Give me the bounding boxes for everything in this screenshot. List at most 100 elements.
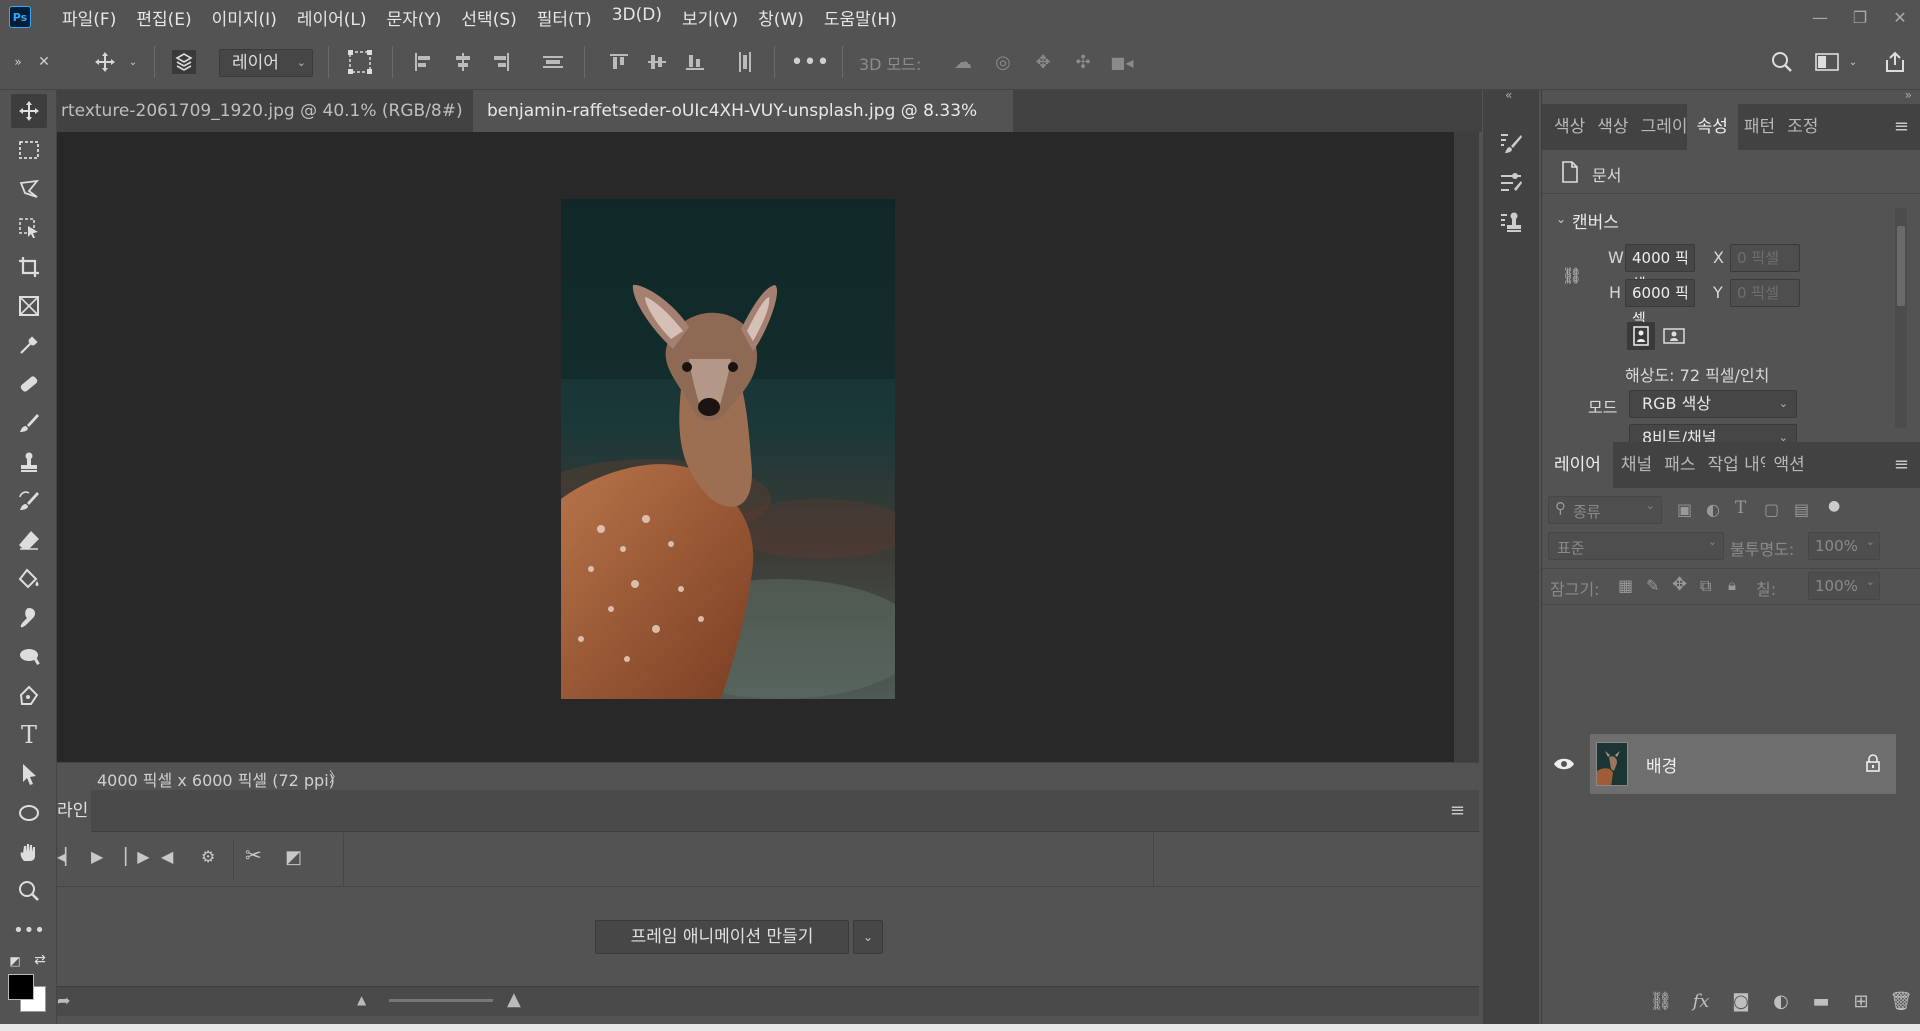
settings-gear-icon[interactable]: ⚙ xyxy=(201,847,215,866)
move-tool-icon[interactable] xyxy=(88,34,122,90)
panel-menu-icon[interactable]: ≡ xyxy=(1894,454,1909,475)
distribute-horizontal-icon[interactable] xyxy=(730,34,760,90)
align-bottom-icon[interactable] xyxy=(680,34,710,90)
chevron-down-icon[interactable]: ⌄ xyxy=(1556,212,1566,226)
filter-smart-object-icon[interactable]: ▤ xyxy=(1794,500,1809,519)
menu-layer[interactable]: 레이어(L) xyxy=(287,5,377,30)
clone-source-icon[interactable] xyxy=(1493,206,1529,240)
tab-gradients[interactable]: 그레이 xyxy=(1635,104,1687,150)
menu-select[interactable]: 선택(S) xyxy=(451,5,526,30)
dodge-tool-icon[interactable] xyxy=(11,640,47,674)
align-center-icon[interactable] xyxy=(448,34,478,90)
smudge-tool-icon[interactable] xyxy=(11,601,47,635)
brush-tool-icon[interactable] xyxy=(11,406,47,440)
tab-layers[interactable]: 레이어 xyxy=(1542,442,1613,488)
filter-pixel-icon[interactable]: ▣ xyxy=(1677,500,1692,519)
link-icon[interactable]: ⛓ xyxy=(1562,264,1582,286)
align-left-icon[interactable] xyxy=(408,34,438,90)
hand-tool-icon[interactable] xyxy=(11,835,47,869)
tab-adjustments[interactable]: 조정 xyxy=(1781,104,1824,150)
next-frame-icon[interactable]: ▏▶ xyxy=(125,847,150,866)
eyedropper-tool-icon[interactable] xyxy=(11,328,47,362)
crop-tool-icon[interactable] xyxy=(11,250,47,284)
zoom-slider[interactable] xyxy=(389,999,493,1002)
menu-image[interactable]: 이미지(I) xyxy=(202,5,287,30)
blend-mode-dropdown[interactable]: 표준 ⌄ xyxy=(1548,532,1724,560)
filter-type-icon[interactable]: T xyxy=(1735,498,1746,518)
swap-colors-icon[interactable]: ⇄ xyxy=(32,952,48,968)
brush-presets-icon[interactable] xyxy=(1493,126,1529,160)
lock-position-icon[interactable]: ✥ xyxy=(1672,574,1687,595)
menu-help[interactable]: 도움말(H) xyxy=(814,5,907,30)
layer-row[interactable]: 배경 xyxy=(1590,734,1896,794)
pen-tool-icon[interactable] xyxy=(11,679,47,713)
brush-settings-icon[interactable] xyxy=(1493,166,1529,200)
width-field[interactable]: 4000 픽셀 xyxy=(1625,244,1695,293)
more-options-icon[interactable]: ••• xyxy=(791,34,830,90)
collapse-panels-icon[interactable]: « xyxy=(1505,88,1512,102)
link-layers-icon[interactable]: ⛓ xyxy=(1641,991,1681,1012)
visibility-eye-icon[interactable] xyxy=(1552,752,1576,776)
layer-name[interactable]: 배경 xyxy=(1646,752,1677,777)
search-icon[interactable] xyxy=(1764,34,1800,90)
path-selection-tool-icon[interactable] xyxy=(11,757,47,791)
3d-roll-icon[interactable]: ◎ xyxy=(988,34,1018,90)
frame-tool-icon[interactable] xyxy=(11,289,47,323)
healing-brush-tool-icon[interactable] xyxy=(11,367,47,401)
tab-properties[interactable]: 속성 xyxy=(1686,104,1738,150)
chevron-down-icon[interactable]: ⌄ xyxy=(853,920,883,954)
expand-panels-icon[interactable]: » xyxy=(1905,88,1912,102)
3d-camera-icon[interactable]: ■◂ xyxy=(1106,34,1138,90)
align-top-icon[interactable] xyxy=(604,34,634,90)
status-menu-arrow-icon[interactable]: 〉 xyxy=(329,767,343,787)
panel-menu-icon[interactable]: ≡ xyxy=(1894,116,1909,137)
distribute-vertical-icon[interactable] xyxy=(538,34,568,90)
menu-view[interactable]: 보기(V) xyxy=(672,5,748,30)
menu-3d[interactable]: 3D(D) xyxy=(602,5,672,30)
restore-icon[interactable]: ❐ xyxy=(1840,0,1880,34)
new-layer-icon[interactable]: ⊞ xyxy=(1841,991,1881,1012)
menu-edit[interactable]: 편집(E) xyxy=(126,5,201,30)
clone-stamp-tool-icon[interactable] xyxy=(11,445,47,479)
close-icon[interactable]: ✕ xyxy=(1880,0,1920,34)
auto-select-icon[interactable] xyxy=(166,34,202,90)
menu-file[interactable]: 파일(F) xyxy=(52,5,126,30)
play-icon[interactable]: ▶ xyxy=(91,847,103,866)
layer-filter-dropdown[interactable]: ⚲ 종류 ⌄ xyxy=(1548,496,1662,524)
tab-swatches[interactable]: 색상 xyxy=(1591,104,1634,150)
menu-window[interactable]: 창(W) xyxy=(748,5,814,30)
tab-document-deer[interactable]: benjamin-raffetseder-oUIc4XH-VUY-unsplas… xyxy=(473,90,1013,163)
menu-filter[interactable]: 필터(T) xyxy=(527,5,602,30)
x-field[interactable]: 0 픽셀 xyxy=(1730,244,1800,272)
lock-transparent-icon[interactable]: ▦ xyxy=(1618,576,1633,595)
default-colors-icon[interactable]: ◩ xyxy=(8,954,22,968)
foreground-color-swatch[interactable] xyxy=(8,974,34,1000)
3d-orbit-icon[interactable]: ☁ xyxy=(948,34,978,90)
ellipse-tool-icon[interactable] xyxy=(11,796,47,830)
audio-icon[interactable]: ◀ xyxy=(161,847,173,866)
lasso-tool-icon[interactable] xyxy=(11,172,47,206)
color-mode-dropdown[interactable]: RGB 색상 ⌄ xyxy=(1629,390,1797,418)
go-to-first-frame-icon[interactable]: ◂▏ xyxy=(57,847,77,866)
tab-paths[interactable]: 패스 xyxy=(1658,442,1701,488)
auto-select-target-dropdown[interactable]: 레이어 ⌄ xyxy=(219,49,313,77)
tab-color[interactable]: 색상 xyxy=(1542,104,1591,150)
filter-adjustment-icon[interactable]: ◐ xyxy=(1706,500,1720,519)
eraser-tool-icon[interactable] xyxy=(11,523,47,557)
transition-icon[interactable]: ◩ xyxy=(285,847,302,868)
panel-menu-icon[interactable]: ≡ xyxy=(1450,800,1465,821)
filter-shape-icon[interactable]: ▢ xyxy=(1764,500,1779,519)
3d-slide-icon[interactable]: ✣ xyxy=(1068,34,1098,90)
layer-style-fx-icon[interactable]: fx xyxy=(1681,991,1721,1012)
menu-type[interactable]: 문자(Y) xyxy=(376,5,451,30)
3d-pan-icon[interactable]: ✥ xyxy=(1028,34,1058,90)
close-toolbar-icon[interactable]: ✕ xyxy=(36,34,52,90)
split-scissors-icon[interactable]: ✂ xyxy=(245,843,262,867)
opacity-field[interactable]: 100% ⌄ xyxy=(1808,532,1880,560)
deer-photo[interactable] xyxy=(561,199,895,699)
minimize-icon[interactable]: — xyxy=(1800,0,1840,34)
paint-bucket-tool-icon[interactable] xyxy=(11,562,47,596)
zoom-tool-icon[interactable] xyxy=(11,874,47,908)
landscape-orientation-icon[interactable] xyxy=(1660,322,1688,350)
lock-paint-icon[interactable]: ✎ xyxy=(1646,576,1659,595)
